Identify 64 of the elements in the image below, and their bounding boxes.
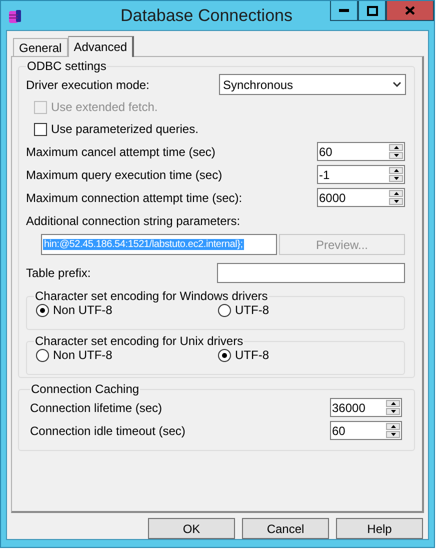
dialog-button[interactable]: OK <box>148 518 235 539</box>
input-field[interactable] <box>217 263 405 283</box>
spin-down-button[interactable] <box>386 431 400 438</box>
tab[interactable]: General <box>13 38 68 56</box>
group-title: Character set encoding for Unix drivers <box>34 334 244 348</box>
number-field[interactable]: 6000 <box>317 188 405 207</box>
radio-button[interactable] <box>218 348 231 362</box>
tab[interactable]: Advanced <box>68 36 134 57</box>
radio-label: UTF-8 <box>235 348 269 362</box>
spin-down-button[interactable] <box>386 408 400 415</box>
down-arrow-icon <box>390 410 396 413</box>
up-arrow-icon <box>394 192 398 195</box>
spin-down-button[interactable] <box>389 175 403 182</box>
group-title: ODBC settings <box>26 59 108 73</box>
checkbox-label: Use extended fetch. <box>51 100 158 114</box>
radio-button[interactable] <box>36 348 49 362</box>
field-label: Connection lifetime (sec) <box>30 400 162 414</box>
radio-button[interactable] <box>36 304 49 316</box>
down-arrow-icon <box>394 200 398 203</box>
spin-up-button[interactable] <box>389 144 403 151</box>
number-field[interactable]: -1 <box>317 165 405 184</box>
down-arrow-icon <box>394 154 398 157</box>
up-arrow-icon <box>390 402 396 405</box>
spin-up-button[interactable] <box>386 423 400 430</box>
field-label: Additional connection string parameters: <box>26 214 240 228</box>
spin-up-button[interactable] <box>386 400 400 407</box>
minimize-button[interactable] <box>330 1 358 21</box>
field-label: Maximum cancel attempt time (sec) <box>26 144 216 158</box>
spin-up-button[interactable] <box>389 190 403 197</box>
spin-up-button[interactable] <box>389 167 403 174</box>
up-arrow-icon <box>394 146 398 149</box>
field-label: Driver execution mode: <box>26 78 150 92</box>
down-arrow-icon <box>394 177 398 180</box>
radio-label: Non UTF-8 <box>53 303 112 317</box>
field-label: Connection idle timeout (sec) <box>30 424 186 438</box>
number-field[interactable]: 36000 <box>330 398 402 417</box>
number-field[interactable]: 60 <box>330 421 402 440</box>
maximize-button[interactable] <box>358 1 386 21</box>
radio-label: Non UTF-8 <box>53 348 112 362</box>
minimize-icon <box>339 8 349 12</box>
chevron-icon <box>393 82 401 87</box>
maximize-icon <box>366 6 378 16</box>
dropdown[interactable]: Synchronous <box>219 74 406 95</box>
dialog-button[interactable]: Cancel <box>242 518 329 539</box>
radio-button[interactable] <box>218 304 231 316</box>
dialog-button[interactable]: Help <box>336 518 423 539</box>
group-title: Character set encoding for Windows drivers <box>34 289 269 303</box>
close-icon <box>405 6 415 15</box>
database-icon <box>7 9 23 25</box>
spin-down-button[interactable] <box>389 152 403 159</box>
window-title: Database Connections <box>119 5 294 26</box>
up-arrow-icon <box>394 169 398 172</box>
spin-down-button[interactable] <box>389 198 403 205</box>
down-arrow-icon <box>390 433 396 436</box>
field-label: Table prefix: <box>26 266 91 280</box>
radio-label: UTF-8 <box>235 303 269 317</box>
field-label: Maximum query execution time (sec) <box>26 168 222 182</box>
field-label: Maximum connection attempt time (sec): <box>26 190 242 204</box>
checkbox-label: Use parameterized queries. <box>51 122 198 136</box>
checkbox[interactable] <box>34 122 47 136</box>
group-title: Connection Caching <box>30 382 140 396</box>
close-button[interactable] <box>386 1 434 21</box>
number-field[interactable]: 60 <box>317 142 405 161</box>
up-arrow-icon <box>390 425 396 428</box>
